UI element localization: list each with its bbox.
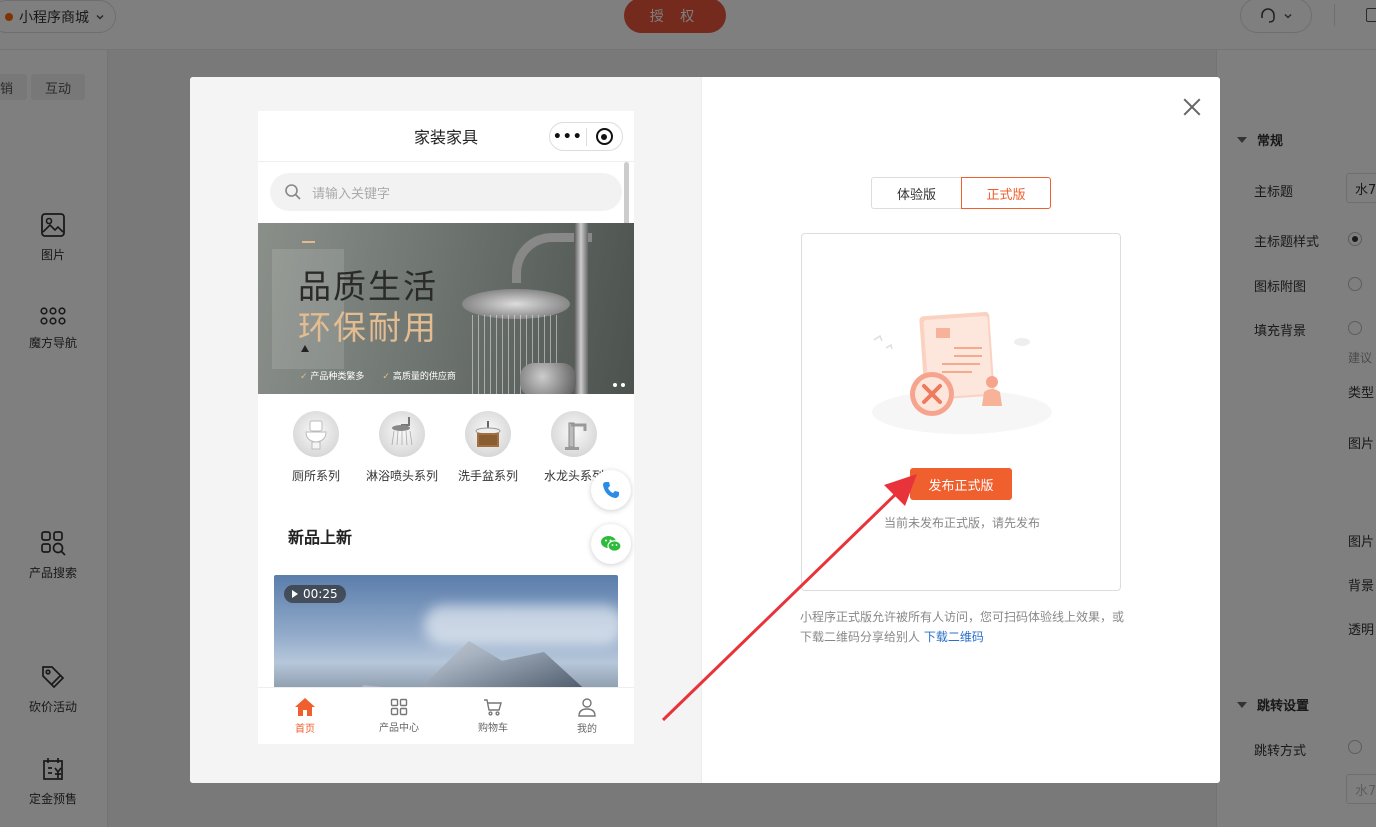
mini-program-title: 家装家具 — [413, 128, 478, 147]
video-card[interactable]: 00:25 — [274, 575, 618, 700]
download-qr-link[interactable]: 下载二维码 — [924, 630, 984, 644]
tab-trial-version[interactable]: 体验版 — [871, 177, 961, 209]
bottom-tabbar: 首页 产品中心 购物车 我的 — [258, 687, 634, 744]
cart-icon — [484, 699, 502, 716]
basin-image — [465, 411, 511, 457]
search-icon — [285, 184, 301, 200]
release-card: 发布正式版 当前未发布正式版，请先发布 — [801, 233, 1121, 591]
shower-pipe-image — [574, 223, 588, 394]
video-duration-badge: 00:25 — [284, 585, 346, 603]
phone-preview: 家装家具 ••• 请输入关键字 品质生活 环保耐用 ✓ 产品种类繁多 ✓ 高质量… — [258, 111, 634, 744]
shower-image — [379, 411, 425, 457]
faucet-image — [551, 411, 597, 457]
close-target-icon[interactable] — [586, 128, 622, 145]
banner-triangle — [301, 345, 309, 352]
tab-products[interactable]: 产品中心 — [352, 688, 446, 744]
carousel-dots — [613, 383, 625, 387]
phone-icon — [603, 482, 619, 498]
new-arrivals-title: 新品上新 — [288, 528, 353, 547]
tab-label: 购物车 — [478, 723, 508, 734]
banner-subheadline: 环保耐用 — [298, 308, 438, 347]
phone-call-button[interactable] — [591, 470, 631, 510]
category-label: 洗手盆系列 — [457, 469, 518, 483]
close-icon[interactable] — [1180, 95, 1204, 119]
tab-mine[interactable]: 我的 — [540, 688, 634, 744]
preview-pane: 家装家具 ••• 请输入关键字 品质生活 环保耐用 ✓ 产品种类繁多 ✓ 高质量… — [190, 77, 702, 783]
category-item[interactable]: 厕所系列 — [273, 411, 359, 484]
publish-release-button[interactable]: 发布正式版 — [910, 468, 1012, 500]
video-duration: 00:25 — [303, 587, 338, 601]
version-switch: 体验版 正式版 — [871, 177, 1051, 209]
mini-program-header: 家装家具 ••• — [258, 111, 634, 162]
tab-cart[interactable]: 购物车 — [446, 688, 540, 744]
faucet-image — [520, 363, 576, 394]
tab-label: 产品中心 — [379, 723, 419, 734]
cloud-image — [424, 605, 618, 645]
more-icon[interactable]: ••• — [550, 130, 586, 144]
category-item[interactable]: 淋浴喷头系列 — [359, 411, 445, 484]
not-published-illustration — [872, 311, 1052, 434]
wechat-icon — [601, 536, 622, 552]
category-item[interactable]: 洗手盆系列 — [445, 411, 531, 484]
toilet-image — [293, 411, 339, 457]
publish-dialog: 家装家具 ••• 请输入关键字 品质生活 环保耐用 ✓ 产品种类繁多 ✓ 高质量… — [190, 77, 1220, 783]
banner-dash — [302, 241, 315, 243]
banner-carousel[interactable]: 品质生活 环保耐用 产品种类繁多 高质量的供应商 — [258, 223, 634, 394]
search-bar[interactable]: 请输入关键字 — [270, 173, 622, 211]
category-label: 厕所系列 — [291, 469, 340, 483]
tab-label: 我的 — [577, 724, 597, 735]
grid-icon — [390, 698, 408, 716]
tab-home[interactable]: 首页 — [258, 688, 352, 744]
home-icon — [295, 698, 315, 716]
wechat-button[interactable] — [591, 524, 631, 564]
category-label: 淋浴喷头系列 — [365, 469, 438, 483]
not-published-tip: 当前未发布正式版，请先发布 — [883, 516, 1040, 530]
category-nav: 厕所系列 淋浴喷头系列 洗手盆系列 水龙头系列 — [258, 411, 634, 491]
play-icon — [292, 590, 298, 598]
release-note: 小程序正式版允许被所有人访问，您可扫码体验线上效果，或下载二维码分享给别人 下载… — [800, 607, 1130, 647]
banner-tag: 产品种类繁多 — [300, 369, 364, 382]
search-placeholder: 请输入关键字 — [312, 186, 391, 202]
tab-release-version[interactable]: 正式版 — [961, 177, 1051, 209]
capsule-menu[interactable]: ••• — [549, 122, 623, 151]
banner-tags: 产品种类繁多 高质量的供应商 — [300, 369, 456, 382]
banner-tag: 高质量的供应商 — [382, 369, 456, 382]
user-icon — [578, 698, 596, 717]
tab-label: 首页 — [295, 724, 315, 735]
